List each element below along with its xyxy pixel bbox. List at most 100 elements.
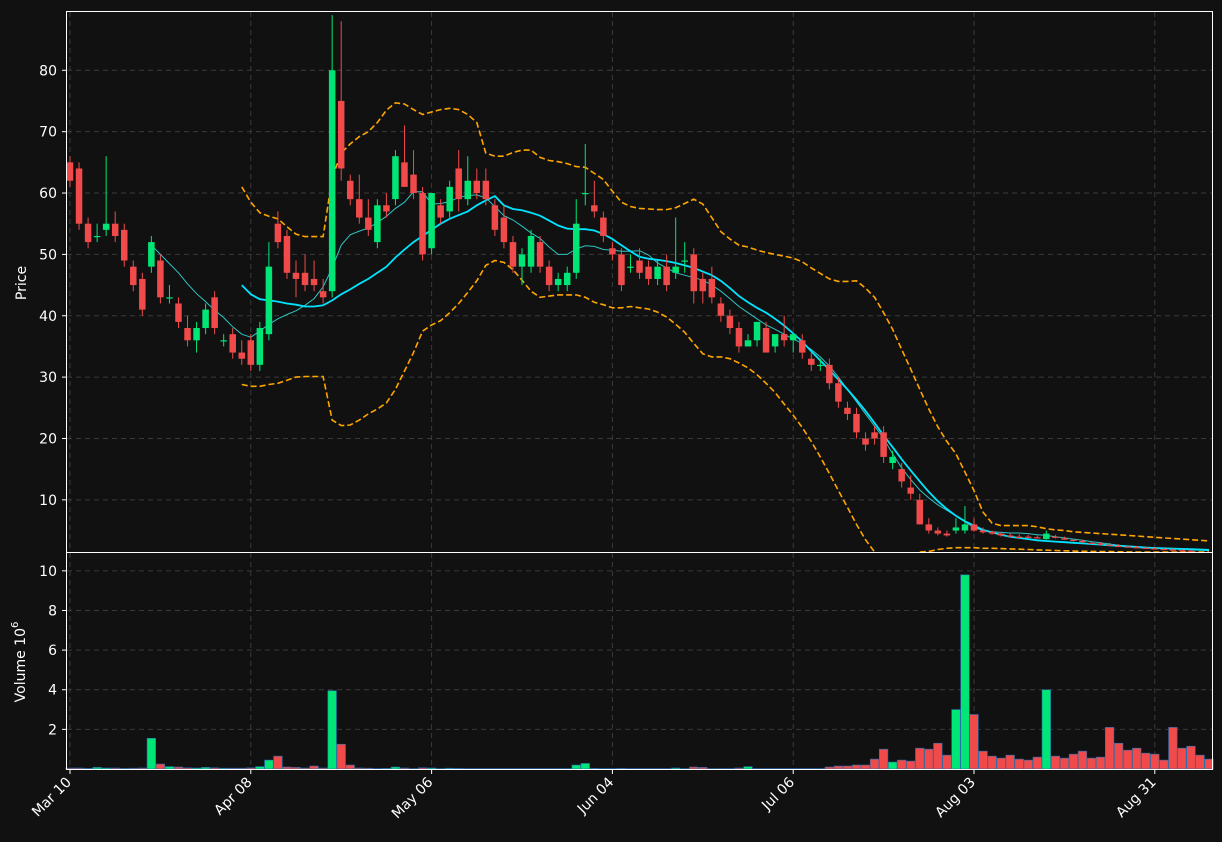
volume-bar [237,767,247,770]
candle-body [554,278,562,286]
volume-bar [1186,745,1196,770]
volume-y-tick-label: 4 [48,683,57,699]
candle-body [491,205,499,230]
candle-body [645,266,652,279]
candle-body [274,223,282,243]
candle-body [446,186,453,212]
volume-bar [1059,757,1069,770]
candle-body [1079,540,1086,543]
candle-body [455,168,462,200]
volume-bar [924,748,934,770]
volume-bar [426,767,437,770]
candle-body [166,297,173,299]
volume-bar [318,767,328,770]
candle-body [356,199,363,218]
volume-bar [417,767,428,770]
candle-body [1151,548,1159,550]
volume-bar [978,750,988,770]
candle-body [627,266,634,268]
volume-bar [897,759,907,770]
volume-bar [1023,759,1033,770]
candle-body [1160,548,1168,551]
volume-bar [327,690,337,770]
volume-bar [743,766,753,770]
candle-body [979,530,987,533]
volume-bar [1095,756,1106,770]
candle-body [1006,535,1014,537]
volume-y-tick-label: 6 [48,643,57,659]
candle-body [600,217,607,236]
price-y-tick-label: 40 [39,309,57,325]
candle-body [1178,550,1186,552]
candle-body [880,432,887,457]
candle-body [292,272,300,279]
volume-bar [445,767,455,770]
candle-body [708,278,716,298]
volume-bar [210,767,220,770]
candle-body [337,100,345,169]
candle-body [582,193,589,195]
volume-bar [390,766,401,770]
candle-body [1106,544,1113,546]
volume-bar [309,765,319,770]
candle-body [1187,550,1195,552]
volume-bar [363,767,373,770]
candle-body [826,364,833,384]
volume-bar [1050,755,1060,770]
volume-bar [1141,752,1151,770]
candle-body [862,438,869,445]
candle-body [365,217,372,230]
candle-body [970,524,978,531]
volume-bar [264,759,274,770]
candle-body [699,278,707,292]
candlestick-chart: 1020304050607080 Price 246810 Volume 106… [0,0,1222,842]
price-y-tick-label: 10 [39,493,57,509]
volume-bar [173,766,184,770]
candle-body [853,413,860,433]
volume-bar [1105,727,1115,770]
candle-body [916,499,924,525]
volume-bar [255,766,265,770]
volume-bar [1068,753,1079,770]
candle-body [817,364,824,367]
candle-body [220,340,227,342]
candle-body [654,266,661,279]
candle-body [1169,549,1177,551]
candle-body [139,278,146,310]
candle-body [1015,536,1023,538]
volume-bar [951,709,961,770]
volume-bar [689,766,699,770]
candle-body [66,162,74,181]
price-y-tick-label: 30 [39,370,57,386]
volume-bar [933,742,943,770]
volume-bar [671,767,681,770]
candle-body [319,291,327,298]
price-y-tick-label: 70 [39,125,57,141]
volume-bar [282,766,292,770]
volume-bar [1177,747,1187,770]
candle-body [374,205,381,243]
volume-bar [354,767,364,770]
candle-body [1097,543,1104,545]
candle-body [383,205,390,212]
candle-body [419,193,426,255]
candle-body [961,524,969,531]
candle-body [238,352,246,359]
volume-bar [381,768,392,770]
candle-body [482,180,490,200]
candle-body [175,303,182,322]
candle-body [871,432,878,439]
candle-body [844,407,851,414]
candle-body [256,328,264,365]
candle-body [229,334,236,353]
candle-body [473,180,481,194]
volume-bar [734,767,744,770]
volume-bar [191,767,202,770]
candle-body [148,242,155,267]
candle-body [193,328,200,341]
volume-bar [1123,749,1133,770]
price-y-tick-label: 80 [39,63,57,79]
volume-bar [878,748,889,770]
volume-bar [1041,689,1051,770]
volume-bar [860,764,871,770]
